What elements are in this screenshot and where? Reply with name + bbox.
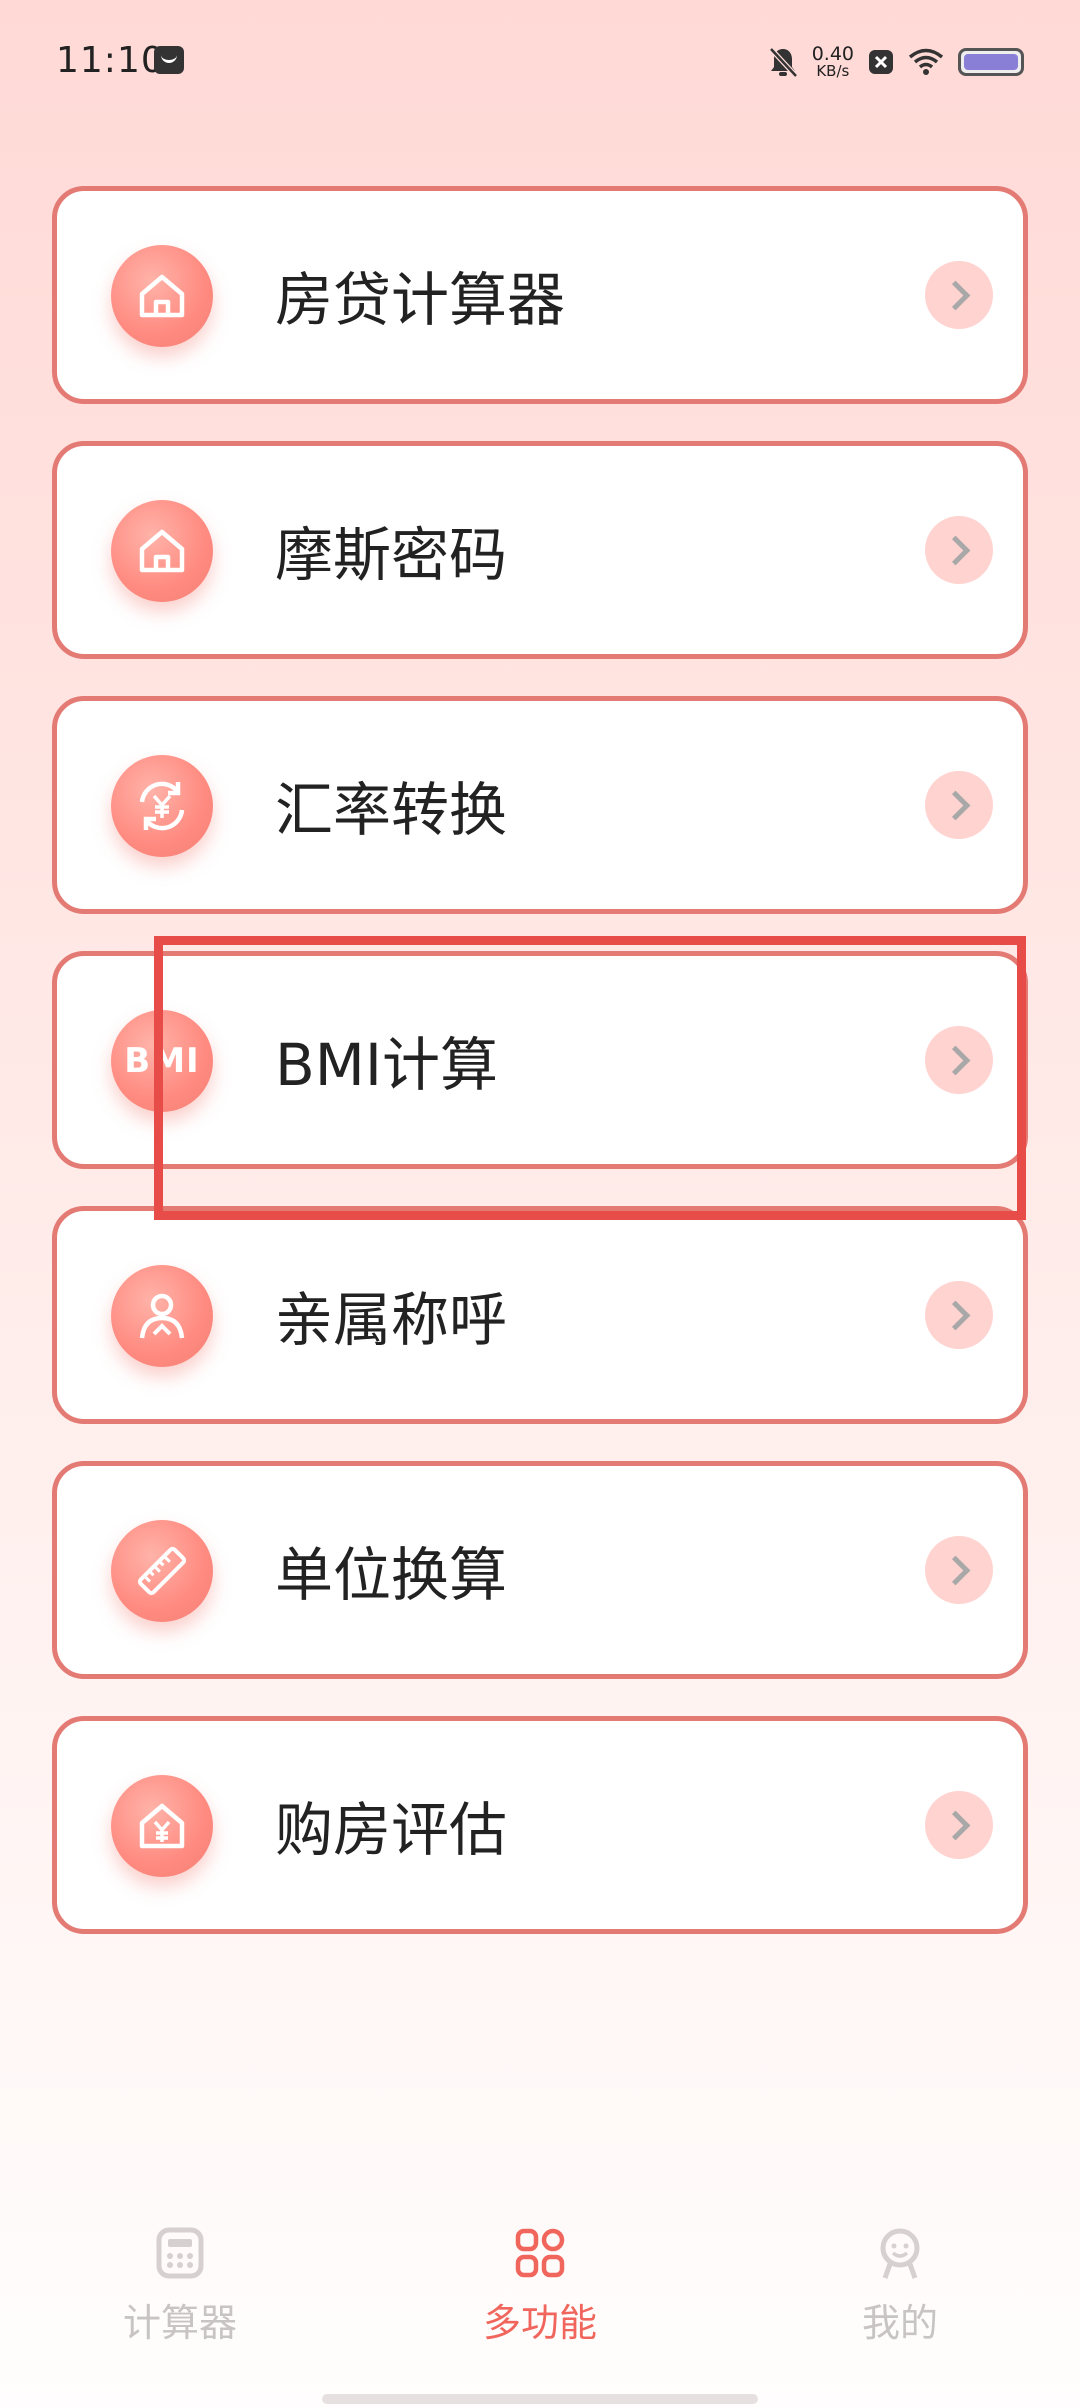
house-yen-icon bbox=[111, 1775, 213, 1877]
menu-item-label: 亲属称呼 bbox=[275, 1286, 508, 1354]
nav-tab-mine[interactable]: 我的 bbox=[790, 2220, 1010, 2370]
house-icon bbox=[111, 245, 213, 347]
chevron-right-icon bbox=[925, 516, 993, 584]
bell-off-icon bbox=[768, 46, 798, 78]
net-speed-unit: KB/s bbox=[816, 62, 850, 80]
chevron-right-icon bbox=[925, 1536, 993, 1604]
nav-label: 我的 bbox=[861, 2301, 938, 2345]
menu-item-unit-conversion[interactable]: 单位换算 bbox=[52, 1461, 1028, 1679]
menu-item-home-buying-assessment[interactable]: 购房评估 bbox=[52, 1716, 1028, 1934]
x-box-icon bbox=[868, 49, 894, 75]
nav-tab-multifunction[interactable]: 多功能 bbox=[430, 2220, 650, 2370]
bmi-icon: BMI bbox=[111, 1010, 213, 1112]
person-icon bbox=[111, 1265, 213, 1367]
menu-item-morse-code[interactable]: 摩斯密码 bbox=[52, 441, 1028, 659]
chevron-right-icon bbox=[925, 1281, 993, 1349]
menu-item-label: 单位换算 bbox=[275, 1541, 508, 1609]
currency-exchange-icon bbox=[111, 755, 213, 857]
profile-icon bbox=[873, 2226, 927, 2280]
bottom-nav: 计算器 多功能 我的 bbox=[0, 2220, 1080, 2370]
nav-label: 多功能 bbox=[482, 2301, 597, 2345]
menu-item-label: 购房评估 bbox=[275, 1796, 508, 1864]
chevron-right-icon bbox=[925, 1791, 993, 1859]
house-icon bbox=[111, 500, 213, 602]
menu-item-label: BMI计算 bbox=[275, 1031, 498, 1099]
battery-icon bbox=[958, 48, 1024, 76]
grid-icon bbox=[513, 2226, 567, 2280]
menu-item-label: 汇率转换 bbox=[275, 776, 508, 844]
message-icon bbox=[154, 46, 184, 74]
chevron-right-icon bbox=[925, 771, 993, 839]
menu-item-bmi-calculator[interactable]: BMI BMI计算 bbox=[52, 951, 1028, 1169]
status-bar: 11:10 0.40 KB/s bbox=[0, 0, 1080, 128]
nav-label: 计算器 bbox=[122, 2301, 237, 2345]
wifi-icon bbox=[908, 48, 944, 76]
menu-item-label: 摩斯密码 bbox=[275, 521, 508, 589]
status-icons: 0.40 KB/s bbox=[768, 40, 1024, 84]
status-time: 11:10 bbox=[56, 40, 165, 81]
home-indicator[interactable] bbox=[322, 2394, 758, 2404]
network-speed: 0.40 KB/s bbox=[812, 45, 854, 79]
menu-item-label: 房贷计算器 bbox=[275, 266, 566, 334]
chevron-right-icon bbox=[925, 261, 993, 329]
bmi-icon-text: BMI bbox=[124, 1041, 200, 1081]
ruler-icon bbox=[111, 1520, 213, 1622]
menu-item-mortgage-calculator[interactable]: 房贷计算器 bbox=[52, 186, 1028, 404]
menu-item-relative-titles[interactable]: 亲属称呼 bbox=[52, 1206, 1028, 1424]
chevron-right-icon bbox=[925, 1026, 993, 1094]
calculator-icon bbox=[153, 2226, 207, 2280]
menu-item-currency-exchange[interactable]: 汇率转换 bbox=[52, 696, 1028, 914]
nav-tab-calculator[interactable]: 计算器 bbox=[70, 2220, 290, 2370]
